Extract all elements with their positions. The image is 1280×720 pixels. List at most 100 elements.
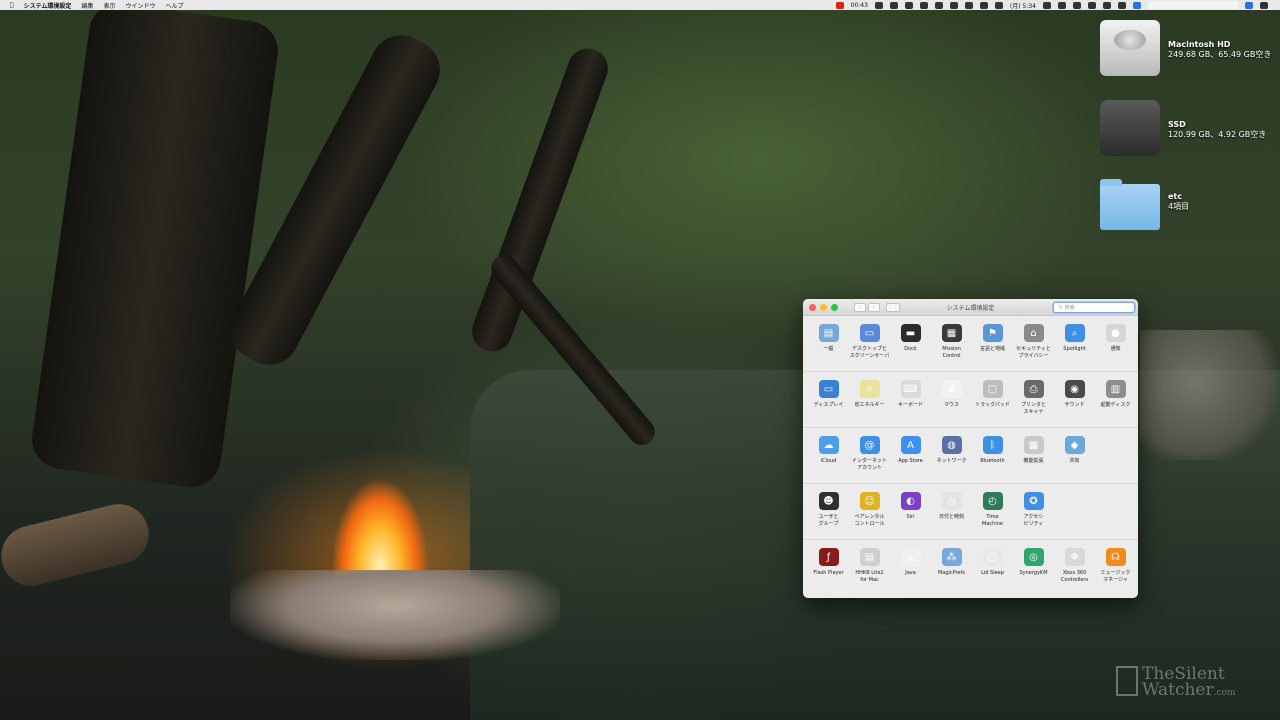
pref-pane-label: Spotlight xyxy=(1063,346,1086,352)
siri-icon: ◐ xyxy=(900,492,921,510)
menu-edit[interactable]: 編集 xyxy=(81,1,93,10)
pref-pane-label: ペアレンタル コントロール xyxy=(854,514,885,527)
pref-pane-flag[interactable]: ⚑ 言語と地域 xyxy=(972,324,1013,371)
pref-pane-trackpad[interactable]: ▢ トラックパッド xyxy=(972,380,1013,427)
pref-pane-headphones[interactable]: ☊ ミュージック マネージャ xyxy=(1095,548,1136,596)
pref-pane-cloud[interactable]: ☁ iCloud xyxy=(808,436,849,483)
pref-pane-label: トラックパッド xyxy=(975,402,1010,408)
pref-pane-siri[interactable]: ◐ Siri xyxy=(890,492,931,539)
battery-icon[interactable] xyxy=(1118,1,1126,9)
pref-pane-magicprefs[interactable]: ⁂ MagicPrefs xyxy=(931,548,972,596)
trackpad-icon: ▢ xyxy=(982,380,1003,398)
search-field[interactable]: ⚲ 検索 xyxy=(1053,302,1135,313)
status-icon[interactable] xyxy=(934,1,943,9)
flag-icon: ⚑ xyxy=(982,324,1003,342)
pref-pane-bulb[interactable]: ☼ 省エネルギー xyxy=(849,380,890,427)
status-icon[interactable] xyxy=(904,1,913,9)
pref-pane-label: Flash Player xyxy=(813,570,844,576)
pref-pane-java[interactable]: ☕ Java xyxy=(890,548,931,596)
pref-pane-mission-control[interactable]: ▦ Mission Control xyxy=(931,324,972,371)
zoom-button[interactable] xyxy=(831,303,838,311)
window-titlebar[interactable]: ‹ › ⋮⋮ システム環境設定 ⚲ 検索 xyxy=(803,299,1138,316)
pref-pane-time-machine[interactable]: ◴ Time Machine xyxy=(972,492,1013,539)
pref-pane-house-lock[interactable]: ⌂ セキュリティと プライバシー xyxy=(1013,324,1054,371)
pref-pane-puzzle[interactable]: ▩ 機能拡張 xyxy=(1013,436,1054,483)
pref-pane-users[interactable]: ☻ ユーザと グループ xyxy=(808,492,849,539)
clock[interactable]: (月) 5:34 xyxy=(1010,1,1036,10)
drive-info: 120.99 GB、4.92 GB空き xyxy=(1168,130,1267,139)
pref-pane-label: MagicPrefs xyxy=(937,570,965,576)
pref-pane-clock[interactable]: ◷ 日付と時刻 xyxy=(931,492,972,539)
pref-pane-mouse[interactable]: ◖ マウス xyxy=(931,380,972,427)
pref-pane-lid-sleep[interactable]: ▢ Lid Sleep xyxy=(972,548,1013,596)
status-icon[interactable] xyxy=(994,1,1003,9)
watermark-suffix: .com xyxy=(1213,688,1236,698)
pref-pane-desktop[interactable]: ▭ デスクトップと スクリーンセーバ xyxy=(849,324,890,371)
pref-pane-label: ユーザと グループ xyxy=(818,514,839,527)
watermark-logo xyxy=(1116,666,1138,696)
desktop-icon-etc[interactable]: etc 4項目 xyxy=(1100,178,1189,230)
bluetooth-menu-icon[interactable] xyxy=(1088,1,1096,9)
status-icon[interactable] xyxy=(1058,1,1066,9)
pref-pane-dock[interactable]: ▬ Dock xyxy=(890,324,931,371)
status-icon[interactable] xyxy=(874,1,883,9)
pref-pane-keyboard[interactable]: ⌨ キーボード xyxy=(890,380,931,427)
pref-pane-label: 一般 xyxy=(823,346,834,352)
menu-app-name[interactable]: システム環境設定 xyxy=(24,1,72,10)
pref-pane-at[interactable]: @ インターネット アカウント xyxy=(849,436,890,483)
pref-pane-flash[interactable]: ƒ Flash Player xyxy=(808,548,849,596)
input-source-icon[interactable] xyxy=(1133,1,1141,9)
pref-pane-synergy[interactable]: ◎ SynergyKM xyxy=(1013,548,1054,596)
volume-icon[interactable] xyxy=(1103,1,1111,9)
pref-pane-bluetooth[interactable]: ᛒ Bluetooth xyxy=(972,436,1013,483)
desktop-icon-macintosh-hd[interactable]: Macintosh HD 249.68 GB、65.49 GB空き xyxy=(1100,20,1271,76)
status-icon[interactable] xyxy=(1043,1,1051,9)
menu-window[interactable]: ウインドウ xyxy=(125,1,155,10)
status-icon[interactable] xyxy=(979,1,988,9)
pref-pane-app-store[interactable]: A App Store xyxy=(890,436,931,483)
menu-help[interactable]: ヘルプ xyxy=(165,1,183,10)
menu-view[interactable]: 表示 xyxy=(103,1,115,10)
status-icon[interactable] xyxy=(889,1,898,9)
pref-pane-label: サウンド xyxy=(1064,402,1085,408)
notification-center-icon[interactable] xyxy=(1260,1,1268,9)
status-icon[interactable] xyxy=(964,1,973,9)
recording-icon[interactable] xyxy=(835,1,844,9)
close-button[interactable] xyxy=(809,303,816,311)
search-icon: ⚲ xyxy=(1059,304,1063,311)
pref-pane-globe[interactable]: ◍ ネットワーク xyxy=(931,436,972,483)
pref-pane-notification[interactable]: ● 通知 xyxy=(1095,324,1136,371)
status-icon[interactable] xyxy=(919,1,928,9)
pref-pane-label: 言語と地域 xyxy=(979,346,1005,352)
pref-pane-sharing[interactable]: ◆ 共有 xyxy=(1054,436,1095,483)
desktop-icon-ssd[interactable]: SSD 120.99 GB、4.92 GB空き xyxy=(1100,100,1266,156)
chevron-right-icon: › xyxy=(872,303,876,311)
pref-pane-accessibility[interactable]: ✪ アクセシ ビリティ xyxy=(1013,492,1054,539)
apple-menu-icon[interactable]:  xyxy=(10,2,14,9)
flash-icon: ƒ xyxy=(818,548,839,566)
pref-pane-general[interactable]: ▤ 一般 xyxy=(808,324,849,371)
pref-pane-parental[interactable]: ☺ ペアレンタル コントロール xyxy=(849,492,890,539)
tree-trunk xyxy=(28,0,282,491)
pref-pane-disk[interactable]: ▥ 起動ディスク xyxy=(1095,380,1136,427)
folder-info: 4項目 xyxy=(1168,202,1190,211)
pref-pane-xbox-controller[interactable]: ✥ Xbox 360 Controllers xyxy=(1054,548,1095,596)
usb-drive-icon xyxy=(1100,100,1160,156)
minimize-button[interactable] xyxy=(820,303,827,311)
bluetooth-icon: ᛒ xyxy=(982,436,1003,454)
watermark: TheSilent Watcher.com xyxy=(1116,666,1235,701)
pref-pane-printer[interactable]: ⎙ プリンタと スキャナ xyxy=(1013,380,1054,427)
spotlight-menu-icon[interactable] xyxy=(1245,1,1253,9)
pref-pane-speaker[interactable]: ◉ サウンド xyxy=(1054,380,1095,427)
clock-icon: ◷ xyxy=(941,492,962,510)
pane-row: ☻ ユーザと グループ ☺ ペアレンタル コントロール ◐ Siri ◷ 日付と時刻 ◴ Time… xyxy=(803,484,1138,540)
pref-pane-spotlight[interactable]: ⌕ Spotlight xyxy=(1054,324,1095,371)
wifi-icon[interactable] xyxy=(1073,1,1081,9)
show-all-button[interactable]: ⋮⋮ xyxy=(886,302,900,312)
pref-pane-display[interactable]: ▭ ディスプレイ xyxy=(808,380,849,427)
back-button[interactable]: ‹ xyxy=(854,302,866,312)
forward-button[interactable]: › xyxy=(868,302,880,312)
pref-pane-label: 日付と時刻 xyxy=(938,514,964,520)
pref-pane-hhkb[interactable]: ▤ HHKB Lite2 for Mac xyxy=(849,548,890,596)
status-icon[interactable] xyxy=(949,1,958,9)
